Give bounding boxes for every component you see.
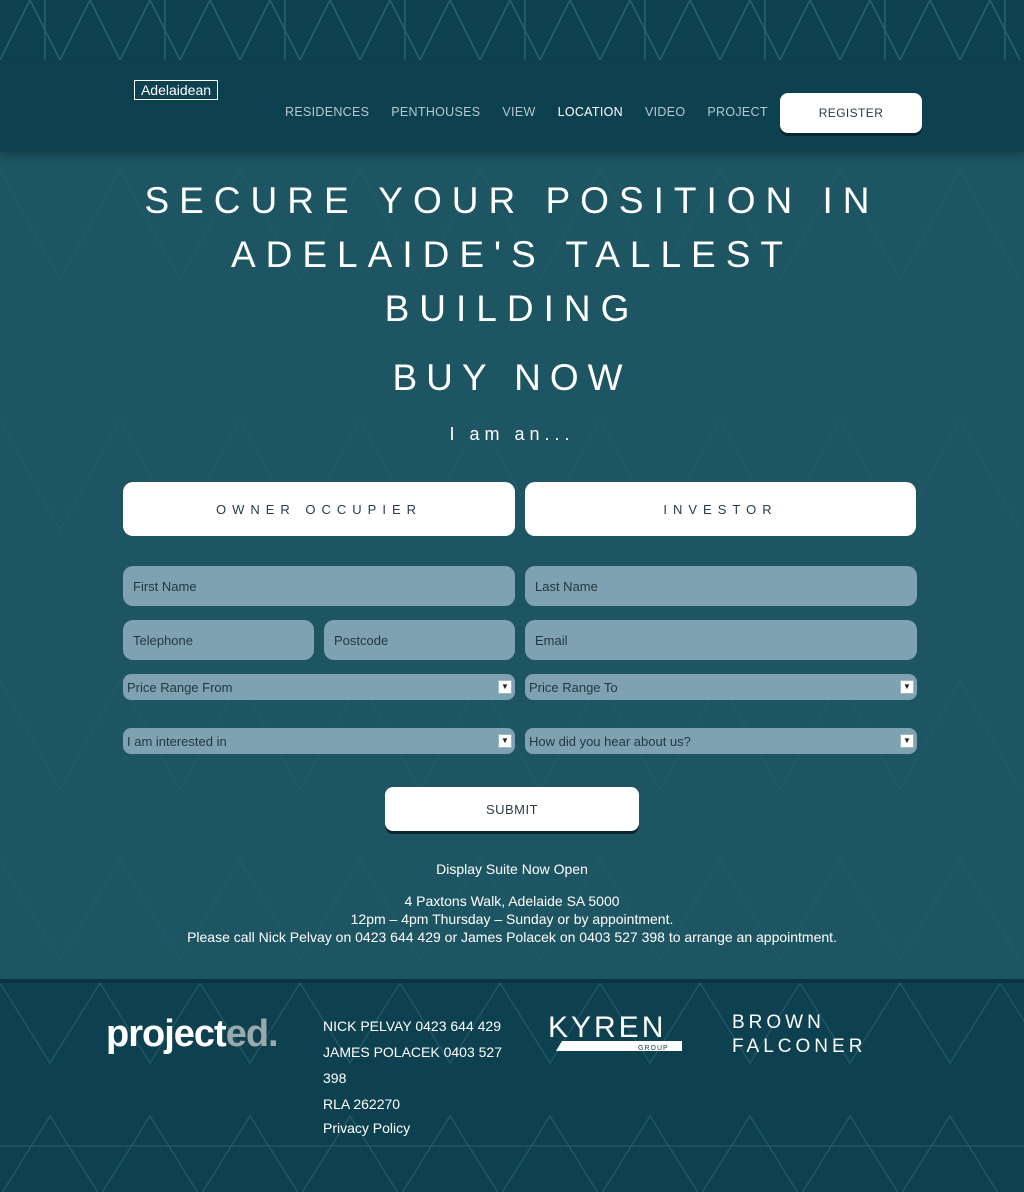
chevron-down-icon: ▼ (900, 680, 914, 694)
brown-falconer-logo[interactable]: BROWN FALCONER (732, 1011, 912, 1059)
hear-about-select[interactable]: How did you hear about us? ▼ (525, 728, 917, 754)
buy-now-heading: BUY NOW (392, 357, 632, 398)
site-header: Adelaidean RESIDENCES PENTHOUSES VIEW LO… (0, 60, 1024, 152)
display-suite-title: Display Suite Now Open (436, 861, 588, 877)
falconer-text: FALCONER (732, 1036, 866, 1057)
rla-number: RLA 262270 (323, 1096, 401, 1112)
nav-video[interactable]: VIDEO (645, 104, 685, 120)
top-band (0, 0, 1024, 62)
investor-button[interactable]: INVESTOR (525, 482, 916, 536)
telephone-field[interactable]: Telephone (123, 620, 314, 660)
hear-about-value: How did you hear about us? (529, 733, 691, 749)
nav-penthouses[interactable]: PENTHOUSES (391, 104, 480, 120)
chevron-down-icon: ▼ (900, 734, 914, 748)
site-footer: projected. NICK PELVAY 0423 644 429 JAME… (0, 979, 1024, 1192)
first-name-field[interactable]: First Name (123, 566, 515, 606)
postcode-field[interactable]: Postcode (324, 620, 515, 660)
headline-line-1: SECURE YOUR POSITION IN (144, 180, 880, 221)
projected-logo-main: project (106, 1013, 227, 1055)
display-suite-address: 4 Paxtons Walk, Adelaide SA 5000 (404, 893, 620, 909)
nav-location[interactable]: LOCATION (558, 104, 623, 120)
owner-occupier-button[interactable]: OWNER OCCUPIER (123, 482, 515, 536)
headline-line-3: BUILDING (384, 288, 640, 329)
top-band-pattern (0, 0, 1021, 62)
kyren-group-text: GROUP (638, 1045, 669, 1052)
display-suite-call: Please call Nick Pelvay on 0423 644 429 … (187, 929, 837, 945)
price-from-select[interactable]: Price Range From ▼ (123, 674, 515, 700)
chevron-down-icon: ▼ (498, 734, 512, 748)
display-suite-hours: 12pm – 4pm Thursday – Sunday or by appoi… (350, 911, 674, 927)
nav-view[interactable]: VIEW (502, 104, 535, 120)
nav-project[interactable]: PROJECT (707, 104, 767, 120)
chevron-down-icon: ▼ (498, 680, 512, 694)
kyren-group-logo[interactable]: KYREN GROUP (546, 1009, 686, 1057)
interested-in-select[interactable]: I am interested in ▼ (123, 728, 515, 754)
brown-text: BROWN (732, 1012, 825, 1033)
contact-nick: NICK PELVAY 0423 644 429 (323, 1018, 501, 1034)
price-from-value: Price Range From (127, 679, 233, 695)
page-headline: SECURE YOUR POSITION IN ADELAIDE'S TALLE… (0, 174, 1024, 336)
nav-residences[interactable]: RESIDENCES (285, 104, 369, 120)
kyren-text: KYREN (548, 1011, 666, 1044)
privacy-policy-link[interactable]: Privacy Policy (323, 1117, 513, 1139)
i-am-label: I am an... (449, 424, 575, 444)
contact-james: JAMES POLACEK 0403 527 398 (323, 1044, 502, 1086)
email-field[interactable]: Email (525, 620, 917, 660)
register-button[interactable]: REGISTER (780, 93, 922, 133)
main-nav: RESIDENCES PENTHOUSES VIEW LOCATION VIDE… (285, 104, 790, 120)
projected-logo-suffix: ed. (225, 1013, 279, 1055)
last-name-field[interactable]: Last Name (525, 566, 917, 606)
site-logo[interactable]: Adelaidean (134, 80, 218, 100)
submit-button[interactable]: SUBMIT (385, 787, 639, 831)
footer-contacts: NICK PELVAY 0423 644 429 JAMES POLACEK 0… (323, 1013, 513, 1139)
interested-in-value: I am interested in (127, 733, 227, 749)
price-to-value: Price Range To (529, 679, 618, 695)
price-to-select[interactable]: Price Range To ▼ (525, 674, 917, 700)
projected-logo[interactable]: projected. (106, 1013, 279, 1056)
headline-line-2: ADELAIDE'S TALLEST (230, 234, 793, 275)
